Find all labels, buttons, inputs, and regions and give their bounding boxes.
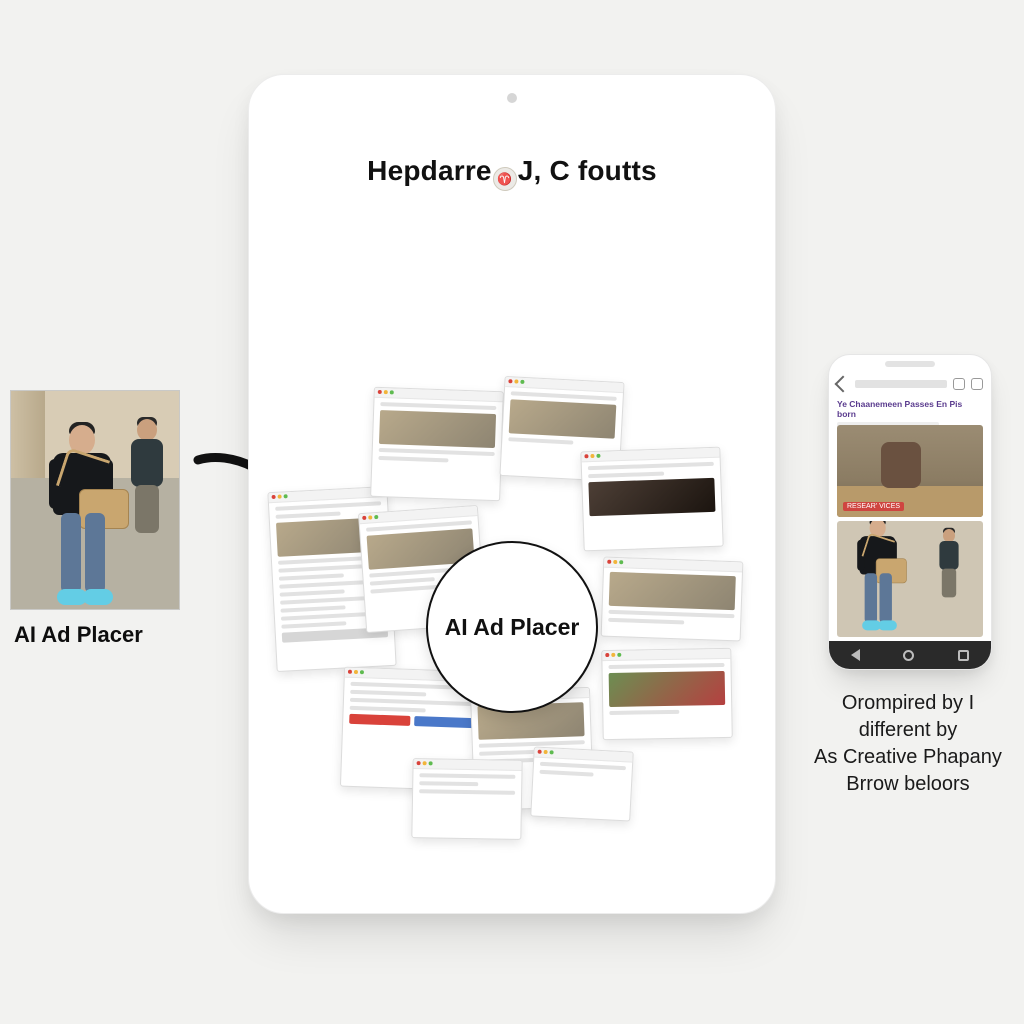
webpage-thumb bbox=[530, 746, 634, 821]
image-tag: RESEAR' VICES bbox=[843, 502, 904, 511]
more-icon[interactable] bbox=[971, 378, 983, 390]
webpage-thumb bbox=[580, 447, 723, 552]
back-icon[interactable] bbox=[835, 376, 852, 393]
article-hero-image: RESEAR' VICES bbox=[837, 425, 983, 517]
walking-man-figure bbox=[39, 419, 131, 609]
tablet-device-frame: Hepdarre♈J, C foutts bbox=[248, 74, 776, 914]
heading-right: J, C foutts bbox=[518, 155, 657, 186]
nav-recent-icon[interactable] bbox=[958, 650, 969, 661]
input-caption: AI Ad Placer bbox=[14, 622, 143, 648]
phone-device-frame: Ye Chaanemeen Passes En Pis born RESEAR'… bbox=[828, 354, 992, 670]
caption-line: Orompired by I bbox=[798, 690, 1018, 717]
input-source-image bbox=[10, 390, 180, 610]
background-person bbox=[127, 419, 167, 539]
android-nav-bar bbox=[829, 641, 991, 669]
menu-icon[interactable] bbox=[953, 378, 965, 390]
ai-ad-placer-badge: AI Ad Placer bbox=[426, 541, 598, 713]
caption-line: different by bbox=[798, 717, 1018, 744]
tablet-screen: Hepdarre♈J, C foutts bbox=[277, 119, 747, 869]
caption-line: Brrow beloors bbox=[798, 771, 1018, 798]
webpage-thumb bbox=[601, 557, 744, 642]
phone-speaker bbox=[885, 361, 935, 367]
caption-line: As Creative Phapany bbox=[798, 744, 1018, 771]
tablet-heading: Hepdarre♈J, C foutts bbox=[277, 155, 747, 191]
heading-left: Hepdarre bbox=[367, 155, 492, 186]
webpage-collage: AI Ad Placer bbox=[302, 419, 722, 819]
phone-caption: Orompired by I different by As Creative … bbox=[798, 690, 1018, 798]
webpage-thumb bbox=[370, 387, 504, 501]
webpage-thumb bbox=[411, 758, 522, 840]
tablet-camera-dot bbox=[507, 93, 517, 103]
app-bar-title-placeholder bbox=[855, 380, 947, 388]
nav-home-icon[interactable] bbox=[903, 650, 914, 661]
placed-ad-image bbox=[837, 521, 983, 637]
nav-back-icon[interactable] bbox=[851, 649, 860, 661]
webpage-thumb bbox=[601, 648, 733, 740]
article-headline: Ye Chaanemeen Passes En Pis born bbox=[837, 399, 983, 428]
phone-app-bar bbox=[837, 373, 983, 395]
heading-badge-icon: ♈ bbox=[493, 167, 517, 191]
